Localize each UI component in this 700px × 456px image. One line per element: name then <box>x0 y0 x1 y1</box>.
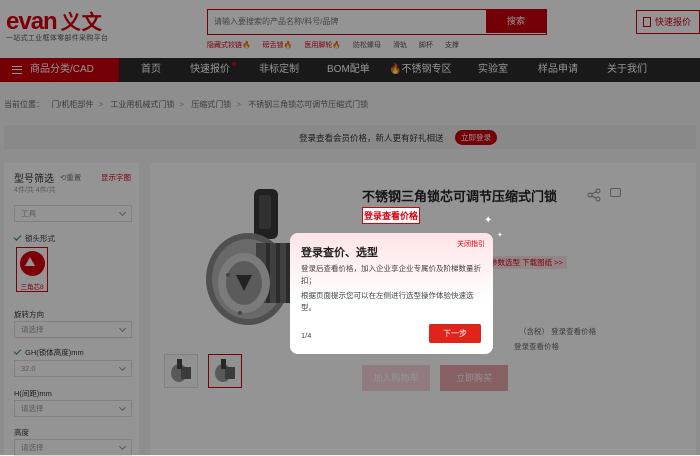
onboarding-dialog: 登录查价、选型 关闭指引 登录后查看价格，加入企业享企业专属价及阶梯数量折扣； … <box>290 233 493 354</box>
close-guide-link[interactable]: 关闭指引 <box>457 239 485 249</box>
dialog-text: 登录后查看价格，加入企业享企业专属价及阶梯数量折扣； <box>301 264 481 285</box>
dialog-title: 登录查价、选型 <box>301 247 378 259</box>
next-step-button[interactable]: 下一步 <box>429 324 481 343</box>
sparkle-icon: ✦ <box>497 232 503 239</box>
guide-overlay[interactable] <box>0 0 700 455</box>
sparkle-icon: ✦ <box>484 215 493 226</box>
login-price-highlight[interactable]: 登录查看价格 <box>362 207 421 224</box>
step-indicator: 1/4 <box>301 331 312 340</box>
dialog-text: 根据页面提示您可以在左侧进行选型操作体验快速选型。 <box>301 291 474 312</box>
